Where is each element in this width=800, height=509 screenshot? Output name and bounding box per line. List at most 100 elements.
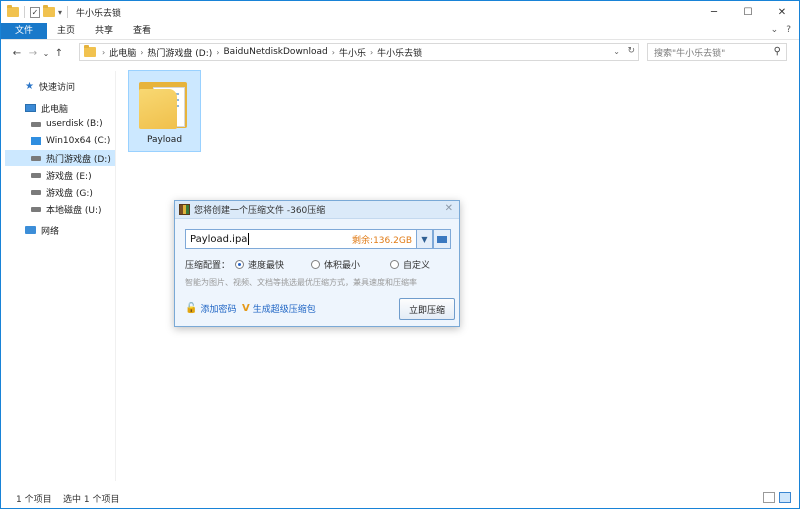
drive-icon <box>31 206 41 212</box>
search-icon[interactable]: ⚲ <box>774 46 781 57</box>
super-archive-link[interactable]: V 生成超级压缩包 <box>242 302 316 315</box>
archive-icon <box>179 204 190 215</box>
address-bar[interactable]: › 此电脑 › 热门游戏盘 (D:) › BaiduNetdiskDownloa… <box>79 43 639 61</box>
search-input[interactable]: 搜索"牛小乐去锁" <box>654 46 725 59</box>
option-smallest[interactable]: 体积最小 <box>311 258 360 271</box>
qat-dropdown-icon[interactable]: ▾ <box>58 8 62 17</box>
sidebar-item-label: userdisk (B:) <box>46 119 103 129</box>
remaining-space: 剩余:136.2GB <box>352 236 412 246</box>
breadcrumb-separator[interactable]: › <box>140 48 143 57</box>
path-dropdown-button[interactable]: ▼ <box>417 229 433 249</box>
tab-share[interactable]: 共享 <box>85 23 123 39</box>
navigation-bar: ← → ⌄ ↑ › 此电脑 › 热门游戏盘 (D:) › BaiduNetdis… <box>1 41 799 65</box>
sidebar-item-win10-c[interactable]: Win10x64 (C:) <box>31 133 110 149</box>
breadcrumb-separator[interactable]: › <box>370 48 373 57</box>
maximize-button[interactable]: ☐ <box>731 1 765 23</box>
sidebar-item-label: 网络 <box>41 226 60 237</box>
breadcrumb-baidunetdisk[interactable]: BaiduNetdiskDownload <box>223 47 327 57</box>
sidebar-item-network[interactable]: 网络 <box>25 222 59 238</box>
file-name: Payload <box>146 135 183 145</box>
large-icons-view-icon[interactable] <box>779 492 791 503</box>
radio-button[interactable] <box>390 259 399 269</box>
compress-config-row: 压缩配置： 速度最快 体积最小 自定义 <box>185 257 455 271</box>
breadcrumb-niuxiaole[interactable]: 牛小乐 <box>339 46 366 59</box>
sidebar-item-drive-d[interactable]: 热门游戏盘 (D:) <box>5 150 115 166</box>
navigation-pane: ★ 快速访问 此电脑 userdisk (B:) Win10x64 (C:) 热… <box>1 71 116 481</box>
dialog-title: 您将创建一个压缩文件 -360压缩 <box>194 206 326 216</box>
browse-folder-button[interactable] <box>433 229 451 249</box>
status-bar: 1 个项目 选中 1 个项目 <box>1 489 799 508</box>
sidebar-item-label: 游戏盘 (G:) <box>46 188 93 199</box>
up-button[interactable]: ↑ <box>51 48 67 59</box>
archive-name-value: Payload.ipa <box>190 233 248 245</box>
breadcrumb-separator[interactable]: › <box>216 48 219 57</box>
radio-button-checked[interactable] <box>235 259 244 269</box>
ribbon-right-controls: ⌄ ? <box>771 25 791 35</box>
compress-dialog: 您将创建一个压缩文件 -360压缩 ✕ Payload.ipa 剩余:136.2… <box>174 200 460 327</box>
config-label: 压缩配置： <box>185 260 231 271</box>
drive-icon <box>31 172 41 178</box>
drive-icon <box>31 121 41 127</box>
file-item-payload[interactable]: Payload <box>128 70 201 152</box>
star-icon: ★ <box>25 80 34 92</box>
search-box[interactable]: 搜索"牛小乐去锁" ⚲ <box>647 43 787 61</box>
network-icon <box>25 226 36 234</box>
breadcrumb-this-pc[interactable]: 此电脑 <box>109 46 136 59</box>
minimize-button[interactable]: ─ <box>697 1 731 23</box>
compress-now-button[interactable]: 立即压缩 <box>399 298 455 320</box>
add-password-link[interactable]: 🔓 添加密码 <box>185 302 236 315</box>
forward-button[interactable]: → <box>25 48 41 59</box>
window-controls: ─ ☐ ✕ <box>697 1 799 23</box>
option-custom[interactable]: 自定义 <box>390 258 430 271</box>
sidebar-item-quick-access[interactable]: ★ 快速访问 <box>25 78 75 94</box>
sidebar-item-label: 游戏盘 (E:) <box>46 171 92 182</box>
sidebar-item-label: 快速访问 <box>38 82 75 93</box>
breadcrumb-separator[interactable]: › <box>332 48 335 57</box>
sidebar-item-label: 本地磁盘 (U:) <box>46 205 102 216</box>
option-label: 速度最快 <box>248 260 285 271</box>
properties-icon[interactable]: ✓ <box>30 6 40 18</box>
window-title: 牛小乐去锁 <box>76 8 122 19</box>
option-fastest[interactable]: 速度最快 <box>235 258 284 271</box>
dialog-title-bar[interactable]: 您将创建一个压缩文件 -360压缩 ✕ <box>175 201 459 219</box>
sidebar-item-drive-u[interactable]: 本地磁盘 (U:) <box>31 201 102 217</box>
tab-file[interactable]: 文件 <box>1 23 48 39</box>
qat-divider <box>67 6 69 18</box>
tab-home[interactable]: 主页 <box>47 23 85 39</box>
ribbon-tabs: 文件 主页 共享 查看 ⌄ ? <box>1 23 799 40</box>
v-icon: V <box>242 303 250 314</box>
super-archive-label: 生成超级压缩包 <box>252 305 316 315</box>
sidebar-item-drive-e[interactable]: 游戏盘 (E:) <box>31 167 92 183</box>
archive-name-input[interactable]: Payload.ipa 剩余:136.2GB <box>185 229 417 249</box>
title-bar: ✓ ▾ 牛小乐去锁 ─ ☐ ✕ <box>1 1 799 23</box>
back-button[interactable]: ← <box>9 48 25 59</box>
quick-access-toolbar: ✓ ▾ <box>1 5 70 18</box>
tab-view[interactable]: 查看 <box>123 23 161 39</box>
help-icon[interactable]: ? <box>786 25 791 35</box>
refresh-icon[interactable]: ↻ <box>627 46 635 56</box>
new-folder-icon[interactable] <box>43 5 55 17</box>
selected-count: 选中 1 个项目 <box>63 495 120 505</box>
breadcrumb-current-folder[interactable]: 牛小乐去锁 <box>377 46 422 59</box>
sidebar-item-userdisk-b[interactable]: userdisk (B:) <box>31 116 103 132</box>
lock-icon: 🔓 <box>185 303 198 314</box>
text-cursor <box>248 233 250 245</box>
recent-locations-button[interactable]: ⌄ <box>41 49 51 58</box>
radio-button[interactable] <box>311 259 320 269</box>
sidebar-item-drive-g[interactable]: 游戏盘 (G:) <box>31 184 93 200</box>
details-view-icon[interactable] <box>763 492 775 503</box>
config-hint: 智能为图片、视频、文档等挑选最优压缩方式，兼具速度和压缩率 <box>185 278 417 287</box>
address-dropdown-icon[interactable]: ⌄ <box>613 47 620 56</box>
item-count: 1 个项目 <box>16 495 52 505</box>
option-label: 体积最小 <box>324 260 361 271</box>
folder-icon <box>437 235 447 243</box>
breadcrumb-drive-d[interactable]: 热门游戏盘 (D:) <box>147 46 212 59</box>
folder-icon <box>84 45 96 57</box>
ribbon-collapse-icon[interactable]: ⌄ <box>771 25 779 35</box>
sidebar-item-this-pc[interactable]: 此电脑 <box>25 100 68 116</box>
close-button[interactable]: ✕ <box>765 1 799 23</box>
breadcrumb-separator: › <box>102 47 106 57</box>
drive-icon <box>31 189 41 195</box>
qat-divider <box>24 6 25 18</box>
dialog-close-button[interactable]: ✕ <box>445 203 453 214</box>
